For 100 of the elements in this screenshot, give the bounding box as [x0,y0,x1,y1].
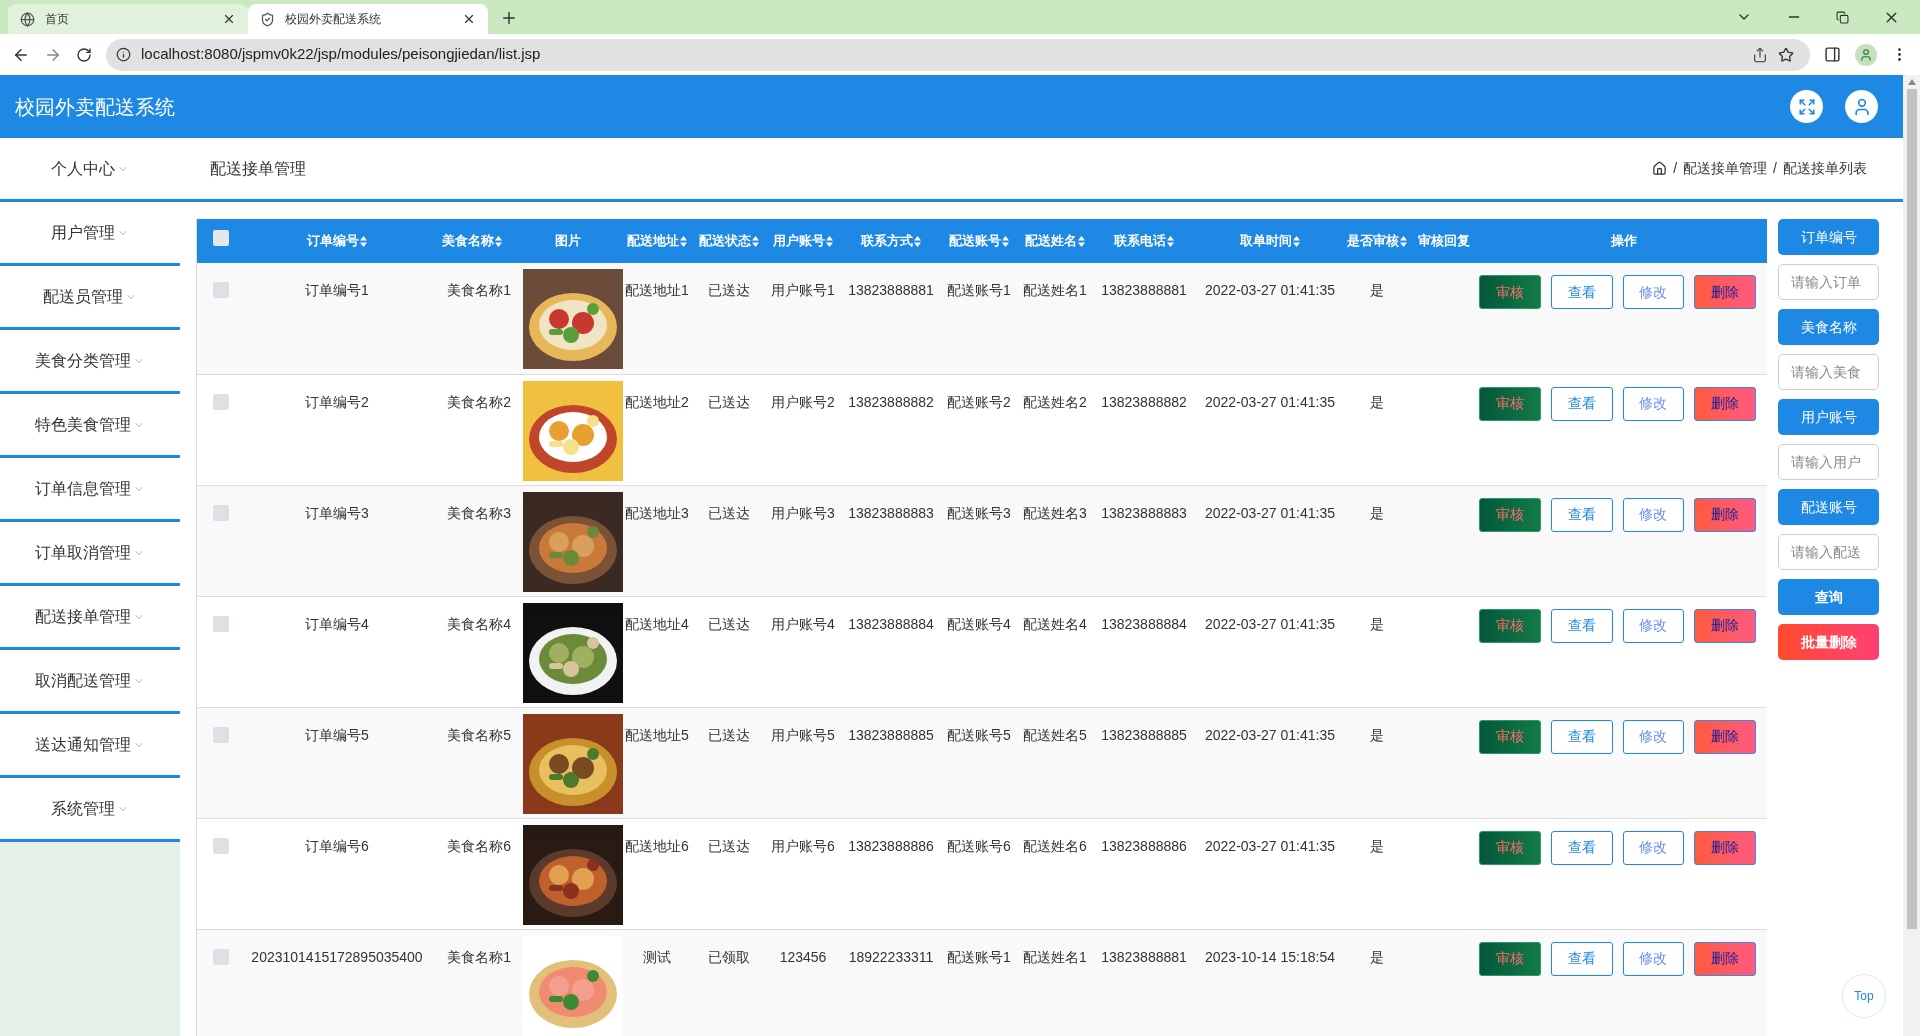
edit-button[interactable]: 修改 [1622,275,1685,309]
filter-input[interactable]: 请输入配送 [1778,534,1879,570]
sort-icon[interactable] [1400,235,1407,247]
review-button[interactable]: 审核 [1479,941,1541,976]
filter-input[interactable]: 请输入用户 [1778,444,1879,480]
view-button[interactable]: 查看 [1550,608,1613,643]
sort-icon[interactable] [680,235,687,247]
review-button[interactable]: 审核 [1479,497,1541,532]
delete-button[interactable]: 删除 [1694,497,1756,532]
browser-tab[interactable]: 首页 [8,4,248,34]
sidebar-item[interactable]: 用户管理 [0,202,180,266]
scroll-up-arrow-icon[interactable] [1907,79,1916,85]
breadcrumb-separator: / [1773,159,1777,178]
checkbox[interactable] [213,393,229,410]
column-header[interactable]: 配送地址 [627,231,687,251]
new-tab-icon[interactable] [500,9,518,27]
sidebar-item[interactable]: 个人中心 [0,156,180,181]
review-button[interactable]: 审核 [1479,830,1541,865]
share-icon[interactable] [1752,46,1768,63]
view-button[interactable]: 查看 [1550,497,1613,532]
browser-tab[interactable]: 校园外卖配送系统 [248,4,488,34]
edit-button[interactable]: 修改 [1622,608,1685,643]
column-header[interactable]: 配送状态 [699,231,759,251]
review-button[interactable]: 审核 [1479,608,1541,643]
back-to-top-button[interactable]: Top [1842,974,1886,1018]
column-header[interactable]: 是否审核 [1347,231,1407,251]
sidebar-item[interactable]: 送达通知管理 [0,714,180,778]
filter-label-button[interactable]: 美食名称 [1778,309,1879,345]
sidebar-item[interactable]: 配送员管理 [0,266,180,330]
sidebar-item[interactable]: 美食分类管理 [0,330,180,394]
checkbox[interactable] [213,948,229,965]
sort-icon[interactable] [1167,235,1174,247]
sort-icon[interactable] [1002,235,1009,247]
view-button[interactable]: 查看 [1550,719,1613,754]
checkbox[interactable] [213,282,229,298]
view-button[interactable]: 查看 [1550,275,1613,309]
review-button[interactable]: 审核 [1479,719,1541,754]
close-icon[interactable] [462,12,476,26]
checkbox[interactable] [213,726,229,743]
edit-button[interactable]: 修改 [1622,719,1685,754]
delete-button[interactable]: 删除 [1694,386,1756,421]
address-bar[interactable]: localhost:8080/jspmv0k22/jsp/modules/peisongjiedan/list.jsp [106,38,1810,71]
sort-icon[interactable] [752,235,759,247]
delete-button[interactable]: 删除 [1694,719,1756,754]
filter-label-button[interactable]: 配送账号 [1778,489,1879,525]
filter-input[interactable]: 请输入订单 [1778,264,1879,300]
edit-button[interactable]: 修改 [1622,941,1685,976]
column-header[interactable]: 配送姓名 [1025,231,1085,251]
sort-icon[interactable] [1293,235,1300,247]
batch-delete-button[interactable]: 批量删除 [1778,624,1879,660]
review-button[interactable]: 审核 [1479,275,1541,309]
sidebar-item[interactable]: 订单信息管理 [0,458,180,522]
column-header[interactable]: 配送账号 [949,231,1009,251]
filter-input[interactable]: 请输入美食 [1778,354,1879,390]
reload-icon[interactable] [76,46,92,63]
column-header[interactable]: 美食名称 [442,231,502,251]
review-button[interactable]: 审核 [1479,386,1541,421]
user-button[interactable] [1845,90,1878,123]
bookmark-star-icon[interactable] [1778,46,1794,63]
filter-label-button[interactable]: 订单编号 [1778,219,1879,255]
search-button[interactable]: 查询 [1778,579,1879,615]
scrollbar[interactable] [1903,75,1920,1036]
profile-avatar[interactable] [1855,43,1877,66]
edit-button[interactable]: 修改 [1622,497,1685,532]
column-header[interactable]: 取单时间 [1240,231,1300,251]
column-header[interactable]: 用户账号 [773,231,833,251]
sidebar-item[interactable]: 系统管理 [0,778,180,842]
table-cell: 13823888882 [1101,393,1187,410]
sort-icon[interactable] [495,235,502,247]
edit-button[interactable]: 修改 [1622,830,1685,865]
sidebar-item[interactable]: 配送接单管理 [0,586,180,650]
checkbox[interactable] [213,837,229,854]
sort-icon[interactable] [826,235,833,247]
delete-button[interactable]: 删除 [1694,275,1756,309]
breadcrumb-item[interactable]: 配送接单管理 [1683,158,1768,179]
sidebar-item[interactable]: 特色美食管理 [0,394,180,458]
column-header[interactable]: 订单编号 [307,231,367,251]
view-button[interactable]: 查看 [1550,830,1613,865]
checkbox[interactable] [213,504,229,521]
close-icon[interactable] [222,12,236,26]
edit-button[interactable]: 修改 [1622,386,1685,421]
column-header[interactable]: 联系电话 [1114,231,1174,251]
sort-icon[interactable] [1078,235,1085,247]
restore-icon[interactable] [1836,10,1849,24]
fullscreen-button[interactable] [1790,90,1823,123]
checkbox[interactable] [213,615,229,632]
sidebar-item[interactable]: 订单取消管理 [0,522,180,586]
column-header[interactable]: 联系方式 [861,231,921,251]
delete-button[interactable]: 删除 [1694,830,1756,865]
view-button[interactable]: 查看 [1550,941,1613,976]
checkbox[interactable] [213,230,229,247]
sort-icon[interactable] [360,235,367,247]
view-button[interactable]: 查看 [1550,386,1613,421]
filter-label-button[interactable]: 用户账号 [1778,399,1879,435]
side-panel-icon[interactable] [1824,46,1841,63]
sidebar-item[interactable]: 取消配送管理 [0,650,180,714]
home-icon[interactable] [1652,161,1668,176]
sort-icon[interactable] [914,235,921,247]
delete-button[interactable]: 删除 [1694,608,1756,643]
delete-button[interactable]: 删除 [1694,941,1756,976]
